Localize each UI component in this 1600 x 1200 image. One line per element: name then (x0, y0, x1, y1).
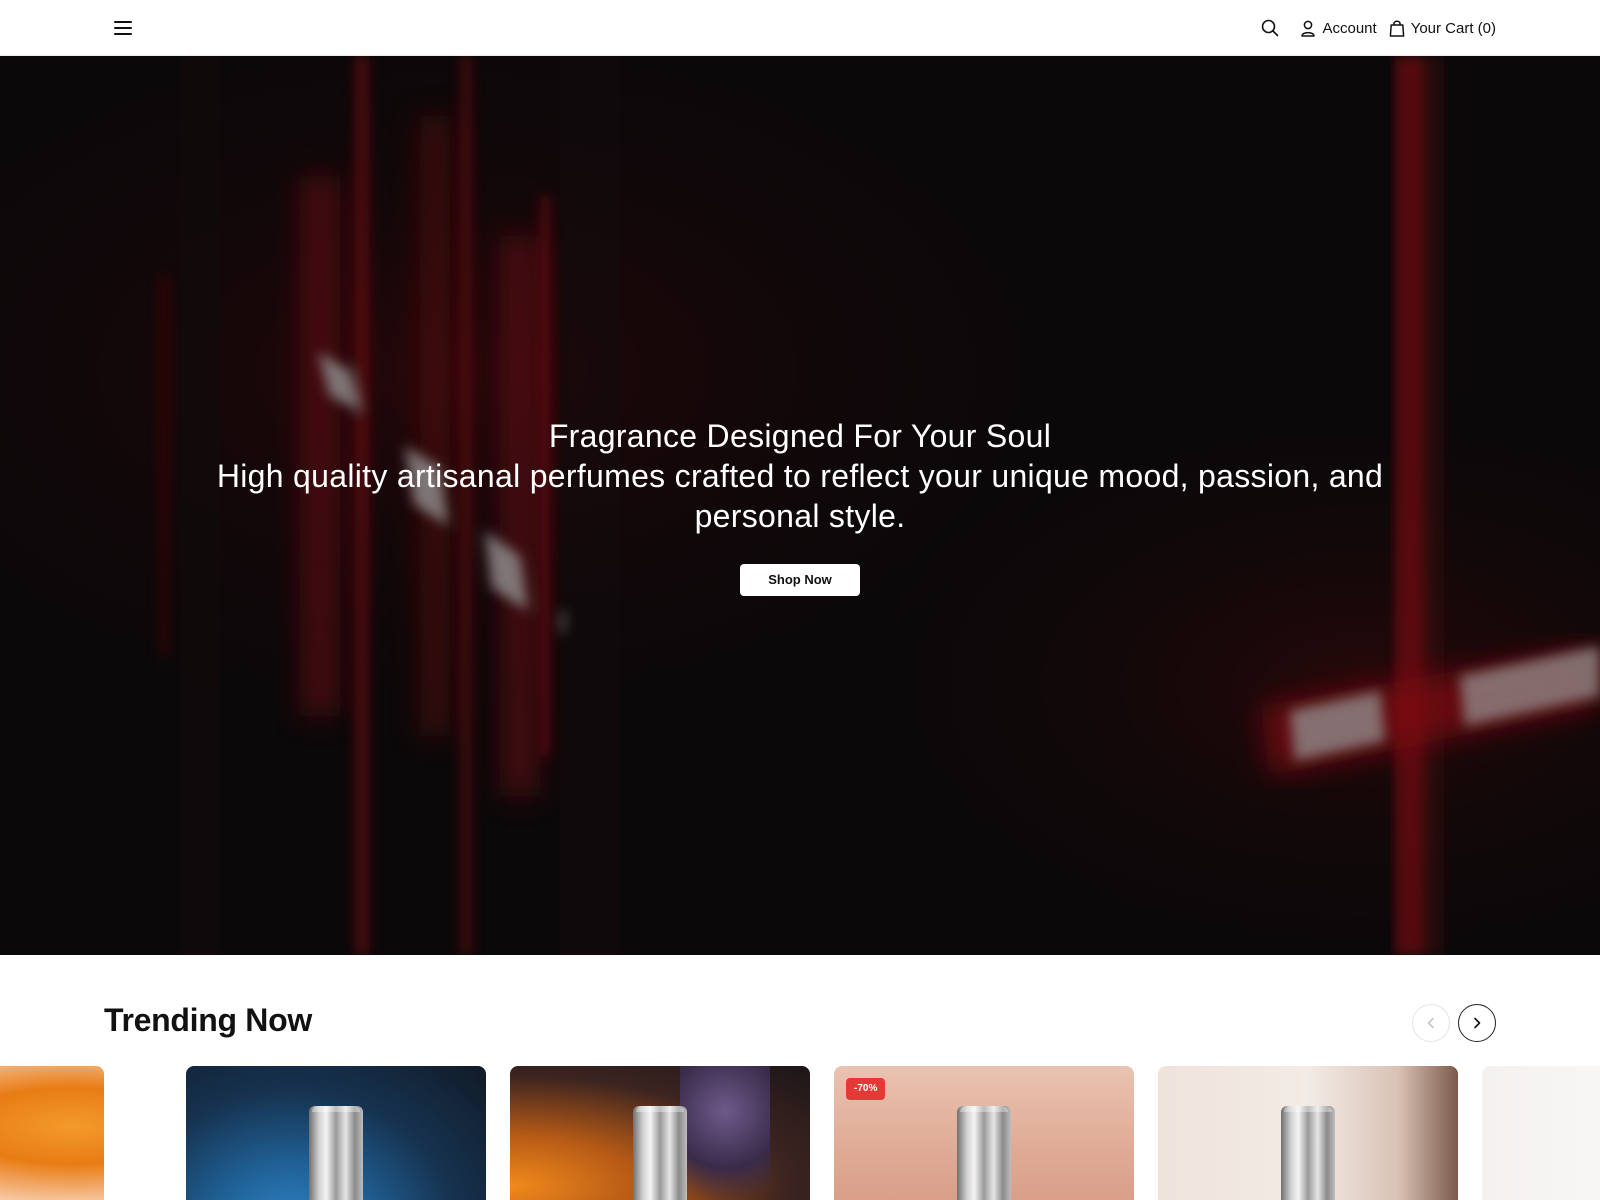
shop-now-button[interactable]: Shop Now (740, 564, 860, 596)
account-label: Account (1322, 19, 1377, 37)
search-icon[interactable] (1258, 16, 1282, 40)
cart-label: Your Cart (0) (1410, 19, 1496, 37)
account-link[interactable]: Account (1300, 19, 1377, 37)
hamburger-menu-icon[interactable] (113, 18, 135, 38)
product-image (0, 1066, 104, 1200)
hero-subtitle: High quality artisanal perfumes crafted … (216, 458, 1384, 534)
product-card[interactable] (0, 1066, 104, 1200)
carousel-controls (1412, 1004, 1496, 1042)
perfume-bottle-image (633, 1106, 687, 1200)
product-image (1482, 1066, 1600, 1200)
chevron-left-icon (1425, 1017, 1437, 1029)
perfume-bottle-image (957, 1106, 1011, 1200)
user-icon (1300, 20, 1316, 37)
perfume-bottle-image (309, 1106, 363, 1200)
cart-link[interactable]: Your Cart (0) (1389, 19, 1496, 37)
carousel-next-button[interactable] (1458, 1004, 1496, 1042)
product-card[interactable] (1158, 1066, 1458, 1200)
lavender-decor (680, 1066, 770, 1200)
hero-title: Fragrance Designed For Your Soul (548, 418, 1052, 454)
product-carousel: -70% (0, 1066, 1600, 1200)
perfume-bottle-image (1281, 1106, 1335, 1200)
hero-content: Fragrance Designed For Your Soul High qu… (0, 416, 1600, 596)
hero-banner: Fragrance Designed For Your Soul High qu… (0, 56, 1600, 955)
product-card[interactable]: -70% (834, 1066, 1134, 1200)
product-card[interactable] (510, 1066, 810, 1200)
product-card[interactable] (1482, 1066, 1600, 1200)
chevron-right-icon (1471, 1017, 1483, 1029)
shopping-bag-icon (1389, 19, 1405, 37)
carousel-prev-button[interactable] (1412, 1004, 1450, 1042)
section-title: Trending Now (104, 1002, 312, 1038)
sale-badge: -70% (846, 1078, 886, 1100)
product-card[interactable] (186, 1066, 486, 1200)
header-actions: Account Your Cart (0) (1258, 0, 1496, 56)
site-header: Account Your Cart (0) (0, 0, 1600, 56)
